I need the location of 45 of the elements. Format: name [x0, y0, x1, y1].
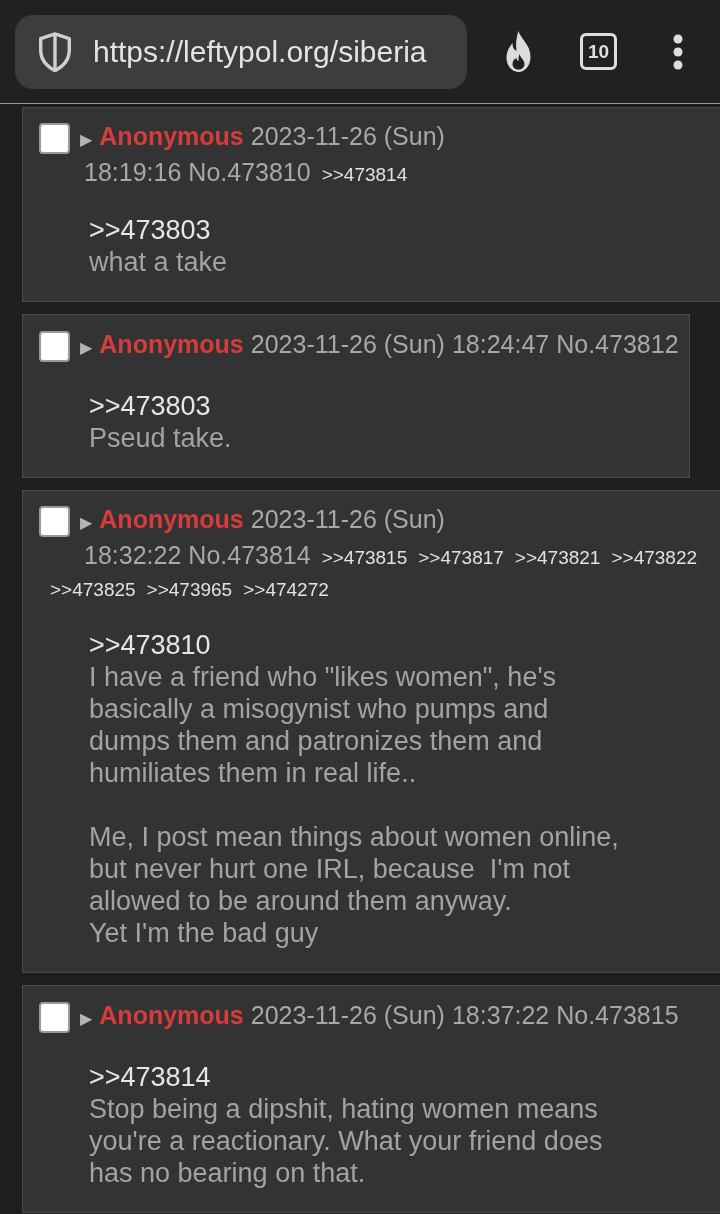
- post-checkbox[interactable]: [39, 1001, 70, 1033]
- arrow-toggle[interactable]: ▶: [80, 1009, 93, 1028]
- backlink[interactable]: >>474272: [243, 580, 329, 600]
- menu-icon[interactable]: [673, 33, 683, 70]
- poster-name: Anonymous: [99, 1001, 244, 1029]
- post-checkbox[interactable]: [39, 122, 70, 154]
- tab-count-button[interactable]: 10: [580, 33, 617, 70]
- post-checkbox[interactable]: [39, 505, 70, 537]
- backlink[interactable]: >>473822: [611, 548, 698, 568]
- post-number-link[interactable]: No.473812: [556, 330, 679, 358]
- post-number-link[interactable]: No.473810: [188, 158, 311, 186]
- poster-name: Anonymous: [99, 330, 244, 358]
- post-number-link[interactable]: No.473814: [188, 541, 311, 569]
- post-time: 18:32:22: [84, 541, 182, 569]
- arrow-toggle[interactable]: ▶: [80, 338, 93, 357]
- post-date: 2023-11-26 (Sun): [250, 122, 445, 150]
- post-text: Me, I post mean things about women online, but never hurt one IRL, because I'm not allowed to be around them anyway. Yet I'm the bad guy: [89, 821, 619, 949]
- post-text: what a take: [89, 246, 228, 278]
- post-date: 2023-11-26 (Sun): [250, 505, 445, 533]
- poster-name: Anonymous: [99, 122, 244, 150]
- post-number-link[interactable]: No.473815: [556, 1001, 679, 1029]
- post-text: Pseud take.: [89, 422, 232, 454]
- address-bar[interactable]: https://leftypol.org/siberia: [15, 14, 467, 89]
- shield-icon[interactable]: [38, 31, 72, 72]
- quote-link[interactable]: >>473803: [89, 390, 211, 422]
- backlink[interactable]: >>473825: [50, 580, 136, 600]
- post-text: I have a friend who "likes women", he's basically a misogynist who pumps and dumps them and patronizes them and humiliates them in real life..: [89, 661, 557, 789]
- backlink[interactable]: >>473815: [321, 548, 408, 568]
- backlink[interactable]: >>473814: [321, 165, 408, 185]
- backlink[interactable]: >>473821: [514, 548, 601, 568]
- post-date: 2023-11-26 (Sun): [250, 1001, 445, 1029]
- arrow-toggle[interactable]: ▶: [80, 130, 93, 149]
- post-checkbox[interactable]: [39, 330, 70, 362]
- backlink[interactable]: >>473965: [146, 580, 233, 600]
- post-date: 2023-11-26 (Sun): [250, 330, 445, 358]
- post-time: 18:37:22: [451, 1001, 550, 1029]
- quote-link[interactable]: >>473810: [89, 629, 211, 661]
- post-time: 18:24:47: [451, 330, 550, 358]
- quote-link[interactable]: >>473803: [89, 214, 211, 246]
- backlink[interactable]: >>473817: [418, 548, 504, 568]
- post-time: 18:19:16: [84, 158, 182, 186]
- poster-name: Anonymous: [99, 505, 244, 533]
- post-text: Stop being a dipshit, hating women means you're a reactionary. What your friend does has no bearing on that.: [89, 1093, 603, 1189]
- quote-link[interactable]: >>473814: [89, 1061, 211, 1093]
- arrow-toggle[interactable]: ▶: [80, 513, 93, 532]
